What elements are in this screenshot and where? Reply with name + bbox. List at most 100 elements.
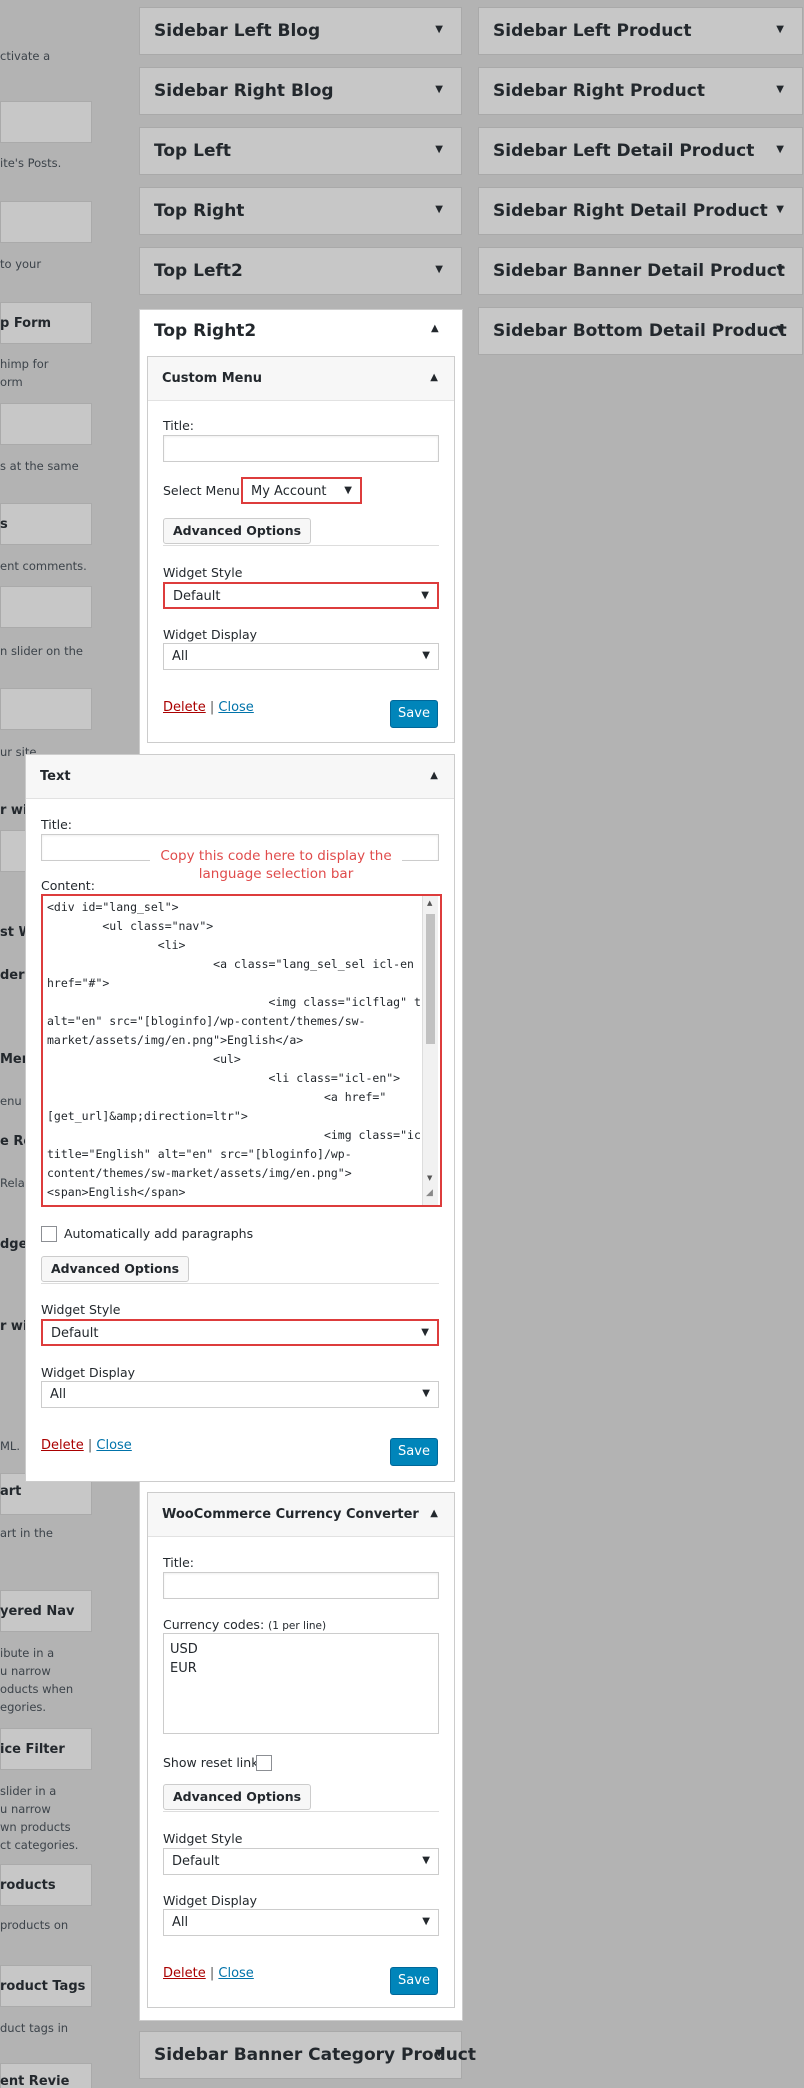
title-input[interactable]	[163, 435, 439, 462]
widget-area-top-left2[interactable]: Top Left2 ▼	[139, 247, 462, 295]
widget-area-sidebar-banner-detail-product[interactable]: Sidebar Banner Detail Product ▼	[478, 247, 803, 295]
widget-area-top-left[interactable]: Top Left ▼	[139, 127, 462, 175]
autop-checkbox[interactable]	[41, 1226, 57, 1242]
chevron-down-icon[interactable]: ▼	[435, 24, 443, 35]
chevron-down-icon[interactable]: ▼	[776, 24, 784, 35]
save-button[interactable]: Save	[390, 1967, 438, 1995]
widget-area-sidebar-left-product[interactable]: Sidebar Left Product ▼	[478, 7, 803, 55]
scrollbar[interactable]: ▲ ▼ ◢	[422, 896, 438, 1205]
widget-tile[interactable]	[0, 101, 92, 143]
content-code: <div id="lang_sel"> <ul class="nav"> <li…	[47, 898, 421, 1203]
chevron-down-icon[interactable]: ▼	[776, 144, 784, 155]
dropdown-arrow-icon: ▼	[421, 590, 429, 601]
dropdown-arrow-icon: ▼	[421, 1327, 429, 1338]
delete-link[interactable]: Delete	[163, 700, 206, 715]
resize-handle-icon[interactable]: ◢	[426, 1188, 433, 1198]
advanced-options-button[interactable]: Advanced Options	[163, 1784, 312, 1810]
widget-title: s	[0, 517, 8, 532]
widget-tile[interactable]	[0, 503, 92, 545]
widget-area-sidebar-right-product[interactable]: Sidebar Right Product ▼	[478, 67, 803, 115]
code-line: [get_url]&amp;direction=ltr">	[47, 1109, 248, 1123]
scrollbar-thumb[interactable]	[426, 914, 435, 1044]
advanced-options-button[interactable]: Advanced Options	[163, 518, 312, 544]
dropdown-arrow-icon: ▼	[422, 1855, 430, 1866]
area-title: Top Left	[154, 141, 231, 161]
widget-area-sidebar-right-blog[interactable]: Sidebar Right Blog ▼	[139, 67, 462, 115]
chevron-up-icon[interactable]: ▲	[430, 1508, 438, 1519]
scroll-up-icon[interactable]: ▲	[427, 899, 432, 907]
left-text: ctivate a	[0, 49, 51, 63]
area-title: Top Right2	[154, 321, 257, 341]
widget-area-top-right[interactable]: Top Right ▼	[139, 187, 462, 235]
widget-style-select[interactable]: Default ▼	[163, 582, 439, 609]
widget-display-label: Widget Display	[163, 627, 258, 642]
widget-tile[interactable]	[0, 688, 92, 730]
widget-style-label: Widget Style	[163, 565, 243, 580]
chevron-down-icon[interactable]: ▼	[435, 144, 443, 155]
widget-display-select[interactable]: All ▼	[163, 643, 439, 670]
area-title: Top Left2	[154, 261, 243, 281]
chevron-down-icon[interactable]: ▼	[776, 204, 784, 215]
widget-style-select[interactable]: Default ▼	[163, 1848, 439, 1875]
advanced-options-button[interactable]: Advanced Options	[41, 1256, 190, 1282]
widget-header[interactable]: Custom Menu ▲	[148, 357, 454, 401]
widget-header[interactable]: WooCommerce Currency Converter ▲	[148, 1493, 454, 1537]
widget-style-select[interactable]: Default ▼	[41, 1319, 439, 1346]
select-menu-dropdown[interactable]: My Account ▼	[241, 477, 362, 504]
select-value: All	[50, 1387, 67, 1402]
widget-style-label: Widget Style	[41, 1302, 121, 1317]
show-reset-checkbox[interactable]	[256, 1755, 272, 1771]
save-button[interactable]: Save	[390, 1438, 438, 1466]
code-line: <img class="iclflag"	[47, 1128, 421, 1142]
save-button[interactable]: Save	[390, 700, 438, 728]
area-title: Sidebar Left Product	[493, 21, 692, 41]
close-link[interactable]: Close	[218, 1966, 253, 1981]
widget-area-sidebar-left-blog[interactable]: Sidebar Left Blog ▼	[139, 7, 462, 55]
widget-area-sidebar-bottom-detail-product[interactable]: Sidebar Bottom Detail Product ▼	[478, 307, 803, 355]
widget-tile[interactable]	[0, 201, 92, 243]
widget-area-sidebar-right-detail-product[interactable]: Sidebar Right Detail Product ▼	[478, 187, 803, 235]
delete-link[interactable]: Delete	[41, 1438, 84, 1453]
delete-link[interactable]: Delete	[163, 1966, 206, 1981]
select-menu-label: Select Menu:	[163, 483, 245, 498]
title-label: Title:	[41, 817, 72, 832]
chevron-down-icon[interactable]: ▼	[435, 264, 443, 275]
select-value: Default	[51, 1326, 99, 1341]
area-title: Sidebar Left Blog	[154, 21, 321, 41]
close-link[interactable]: Close	[218, 700, 253, 715]
widget-tile[interactable]	[0, 586, 92, 628]
left-text: ent comments.	[0, 559, 87, 573]
divider	[41, 1283, 439, 1284]
widget-area-sidebar-left-detail-product[interactable]: Sidebar Left Detail Product ▼	[478, 127, 803, 175]
chevron-down-icon[interactable]: ▼	[435, 2048, 443, 2059]
chevron-down-icon[interactable]: ▼	[776, 84, 784, 95]
chevron-up-icon[interactable]: ▲	[430, 372, 438, 383]
chevron-down-icon[interactable]: ▼	[776, 324, 784, 335]
codes-label-text: Currency codes:	[163, 1617, 265, 1632]
code-line: <img class="iclflag" title="English"	[268, 995, 421, 1009]
title-input[interactable]	[163, 1572, 439, 1599]
left-text: wn products	[0, 1820, 71, 1834]
widget-display-select[interactable]: All ▼	[163, 1909, 439, 1936]
widget-header[interactable]: Text ▲	[26, 755, 454, 799]
area-title: Top Right	[154, 201, 245, 221]
scroll-down-icon[interactable]: ▼	[427, 1174, 432, 1182]
widget-tile[interactable]	[0, 403, 92, 445]
left-text: u narrow	[0, 1802, 51, 1816]
widget-area-sidebar-banner-category-product[interactable]: Sidebar Banner Category Product ▼	[139, 2031, 476, 2079]
currency-codes-textarea[interactable]: USD EUR	[163, 1633, 439, 1734]
title-label: Title:	[163, 418, 194, 433]
show-reset-label: Show reset link:	[163, 1755, 263, 1770]
widget-display-select[interactable]: All ▼	[41, 1381, 439, 1408]
code-line: <li>	[47, 938, 186, 952]
chevron-up-icon[interactable]: ▲	[430, 770, 438, 781]
chevron-down-icon[interactable]: ▼	[435, 84, 443, 95]
chevron-up-icon[interactable]: ▲	[431, 323, 439, 334]
left-text: himp for	[0, 357, 49, 371]
chevron-down-icon[interactable]: ▼	[776, 264, 784, 275]
select-value: My Account	[251, 484, 327, 499]
close-link[interactable]: Close	[96, 1438, 131, 1453]
chevron-down-icon[interactable]: ▼	[435, 204, 443, 215]
widget-tile[interactable]	[0, 830, 26, 872]
widget-title: yered Nav	[0, 1604, 75, 1619]
